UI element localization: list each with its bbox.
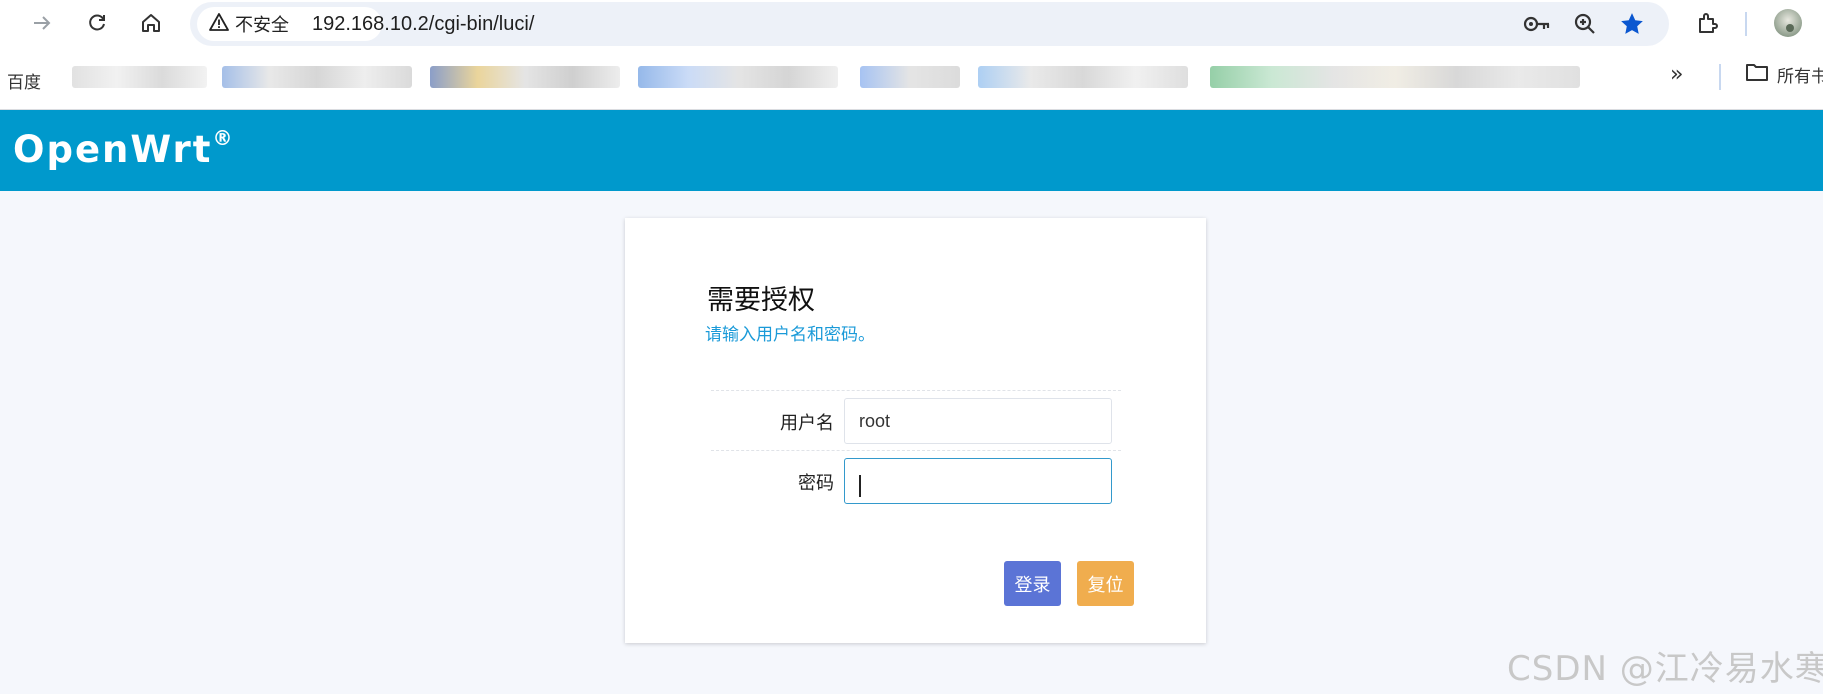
browser-toolbar: 不安全 192.168.10.2/cgi-bin/luci/ xyxy=(0,0,1823,48)
bookmark-blurred[interactable] xyxy=(72,66,207,88)
divider xyxy=(711,390,1121,391)
star-icon[interactable] xyxy=(1617,9,1647,39)
brand-logo[interactable]: OpenWrt® xyxy=(13,126,233,171)
brand-name: OpenWrt xyxy=(13,128,213,171)
bookmark-blurred[interactable] xyxy=(860,66,960,88)
bookmark-blurred[interactable] xyxy=(430,66,620,88)
extensions-icon[interactable] xyxy=(1692,7,1724,39)
password-field[interactable] xyxy=(844,458,1112,504)
key-icon[interactable] xyxy=(1522,9,1552,39)
home-icon[interactable] xyxy=(135,7,167,39)
watermark: CSDN @江冷易水寒 xyxy=(1507,649,1823,689)
zoom-icon[interactable] xyxy=(1570,9,1600,39)
bookmark-blurred[interactable] xyxy=(222,66,412,88)
bookmark-blurred[interactable] xyxy=(638,66,838,88)
all-bookmarks-button[interactable]: 所有书签 xyxy=(1745,62,1823,87)
login-button[interactable]: 登录 xyxy=(1004,561,1061,606)
username-field[interactable] xyxy=(844,398,1112,444)
password-label: 密码 xyxy=(798,473,834,494)
security-label: 不安全 xyxy=(235,15,289,36)
forward-icon[interactable] xyxy=(26,7,58,39)
folder-icon xyxy=(1745,62,1769,87)
bookmarks-bar: 百度 » 所有书签 xyxy=(0,48,1823,110)
openwrt-header: OpenWrt® xyxy=(0,110,1823,191)
bookmark-blurred[interactable] xyxy=(978,66,1188,88)
text-caret xyxy=(859,475,861,497)
registered-mark: ® xyxy=(212,126,233,150)
reset-button[interactable]: 复位 xyxy=(1077,561,1134,606)
login-subtitle: 请输入用户名和密码。 xyxy=(705,325,875,345)
bookmark-blurred[interactable] xyxy=(1210,66,1580,88)
all-bookmarks-label: 所有书签 xyxy=(1777,67,1823,87)
bookmarks-overflow-icon[interactable]: » xyxy=(1670,62,1683,87)
page-title: 需要授权 xyxy=(707,285,815,316)
login-card: 需要授权 请输入用户名和密码。 用户名 密码 登录 复位 xyxy=(625,218,1206,643)
profile-avatar[interactable] xyxy=(1772,7,1804,39)
reload-icon[interactable] xyxy=(81,7,113,39)
divider xyxy=(711,450,1121,451)
bookmark-baidu[interactable]: 百度 xyxy=(7,68,41,93)
bookmarks-divider xyxy=(1719,64,1721,90)
warning-icon xyxy=(209,12,229,36)
url-text[interactable]: 192.168.10.2/cgi-bin/luci/ xyxy=(312,2,534,46)
username-label: 用户名 xyxy=(780,413,834,434)
address-bar[interactable]: 不安全 192.168.10.2/cgi-bin/luci/ xyxy=(190,2,1669,46)
toolbar-divider xyxy=(1745,12,1747,36)
